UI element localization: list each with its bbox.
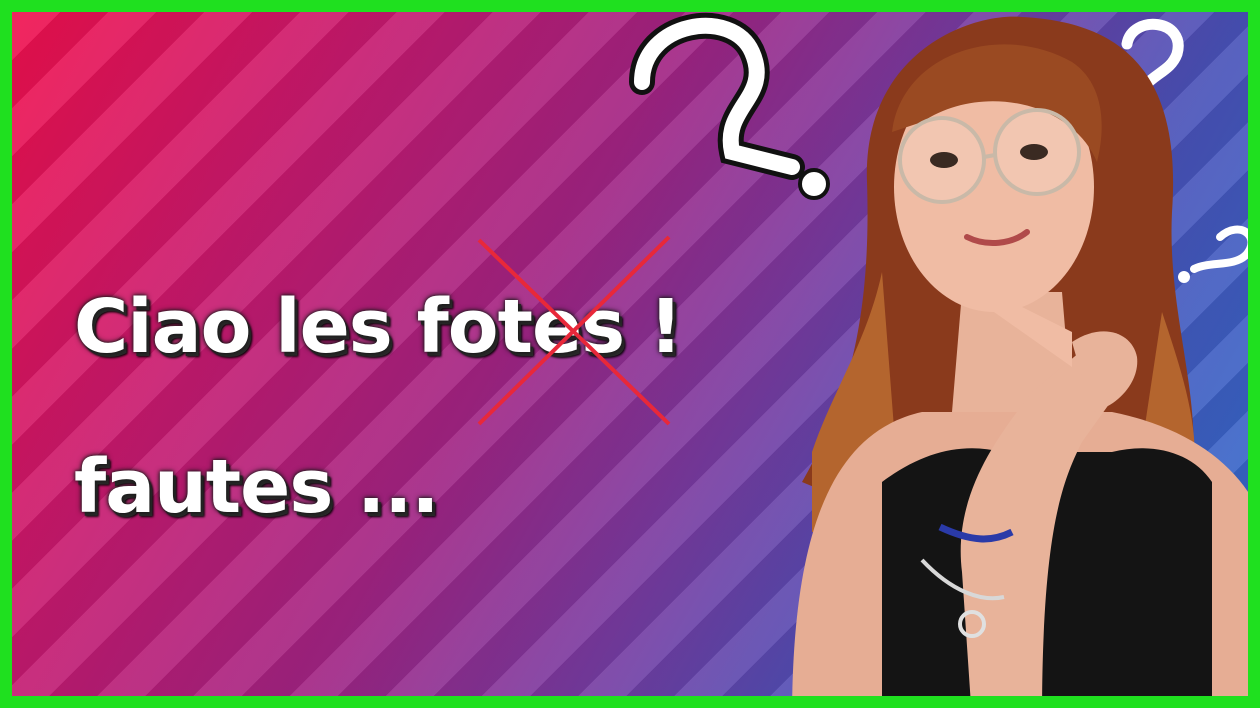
- woman-thinking-photo: [792, 16, 1248, 696]
- red-cross-mark: [477, 235, 671, 426]
- headline-line-2: fautes ...: [74, 444, 440, 530]
- thumbnail-frame: Ciao les fotes ! fautes ...: [0, 0, 1260, 708]
